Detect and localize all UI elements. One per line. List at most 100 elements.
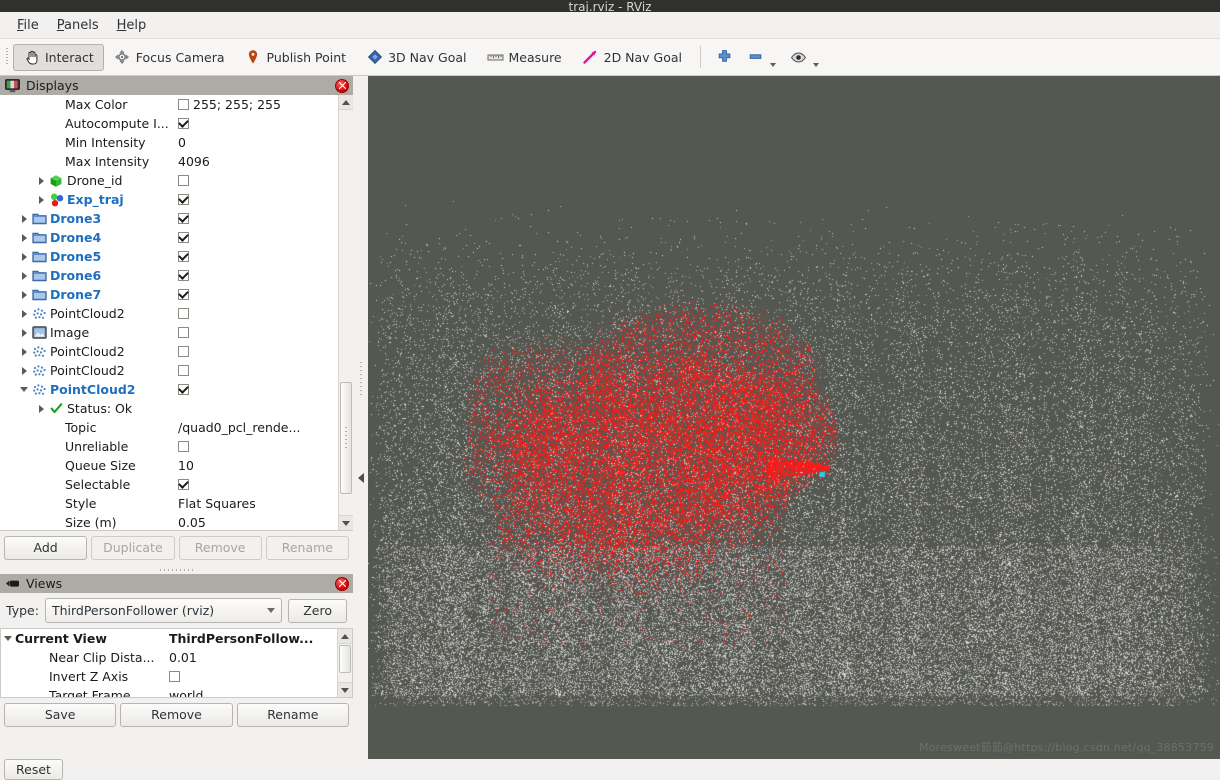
tree-row[interactable]: Style Flat Squares xyxy=(0,494,338,513)
tree-row[interactable]: Exp_traj xyxy=(0,190,338,209)
views-scroll-thumb[interactable] xyxy=(339,645,351,673)
dock-splitter-handle[interactable] xyxy=(0,565,353,574)
save-view-button[interactable]: Save xyxy=(4,703,117,727)
reset-button[interactable]: Reset xyxy=(4,759,63,780)
views-scroll-down-button[interactable] xyxy=(338,682,352,697)
tree-row[interactable]: Drone4 xyxy=(0,228,338,247)
menu-help[interactable]: Help xyxy=(108,15,156,36)
displays-close-button[interactable] xyxy=(335,78,349,93)
remove-view-button[interactable]: Remove xyxy=(120,703,233,727)
rename-view-button[interactable]: Rename xyxy=(236,703,349,727)
tree-expander[interactable] xyxy=(34,195,48,204)
collapse-left-panel-icon[interactable] xyxy=(357,473,364,483)
toolbar-drag-handle[interactable] xyxy=(4,46,11,68)
tree-row[interactable]: Min Intensity 0 xyxy=(0,133,338,152)
tree-row[interactable]: Target Frame world xyxy=(1,686,337,697)
tree-checkbox[interactable] xyxy=(178,270,189,281)
tree-checkbox[interactable] xyxy=(178,118,189,129)
focus-view-button[interactable] xyxy=(783,44,826,71)
tree-checkbox[interactable] xyxy=(178,346,189,357)
tree-checkbox[interactable] xyxy=(169,671,180,682)
color-swatch[interactable] xyxy=(178,99,189,110)
remove-display-button[interactable]: Remove xyxy=(178,536,262,560)
tree-checkbox[interactable] xyxy=(178,441,189,452)
tree-row[interactable]: Selectable xyxy=(0,475,338,494)
tree-row[interactable]: Max Color 255; 255; 255 xyxy=(0,95,338,114)
rename-display-button[interactable]: Rename xyxy=(265,536,349,560)
tree-row[interactable]: Current View ThirdPersonFollow... xyxy=(1,629,337,648)
tree-row[interactable]: Image xyxy=(0,323,338,342)
tree-row[interactable]: PointCloud2 xyxy=(0,380,338,399)
tree-row[interactable]: Topic/quad0_pcl_rende... xyxy=(0,418,338,437)
menu-file[interactable]: File xyxy=(8,15,48,36)
3d-render-view[interactable]: Moresweet茹茹@https://blog.csdn.net/qq_388… xyxy=(368,76,1220,759)
tree-row[interactable]: PointCloud2 xyxy=(0,361,338,380)
tree-row[interactable]: Drone3 xyxy=(0,209,338,228)
tree-expander[interactable] xyxy=(17,233,31,242)
tree-checkbox[interactable] xyxy=(178,251,189,262)
tree-expander[interactable] xyxy=(17,271,31,280)
tree-checkbox[interactable] xyxy=(178,327,189,338)
tool-publish-point[interactable]: Publish Point xyxy=(235,44,357,71)
tree-row[interactable]: Drone7 xyxy=(0,285,338,304)
tree-expander[interactable] xyxy=(17,290,31,299)
tree-row[interactable]: PointCloud2 xyxy=(0,342,338,361)
tool-measure[interactable]: Measure xyxy=(477,44,572,71)
tree-expander[interactable] xyxy=(17,347,31,356)
zero-button[interactable]: Zero xyxy=(288,598,347,623)
tree-row[interactable]: Drone5 xyxy=(0,247,338,266)
tree-row[interactable]: Drone_id xyxy=(0,171,338,190)
tool-focus-camera[interactable]: Focus Camera xyxy=(104,44,235,71)
tree-row[interactable]: Near Clip Dista... 0.01 xyxy=(1,648,337,667)
tree-checkbox[interactable] xyxy=(178,213,189,224)
tree-row[interactable]: Queue Size 10 xyxy=(0,456,338,475)
views-scroll-up-button[interactable] xyxy=(338,629,352,644)
tree-expander[interactable] xyxy=(17,309,31,318)
views-tree[interactable]: Current View ThirdPersonFollow... Near Cli… xyxy=(0,628,353,698)
tree-checkbox[interactable] xyxy=(178,175,189,186)
tree-row[interactable]: Invert Z Axis xyxy=(1,667,337,686)
tool-2d-nav-goal[interactable]: 2D Nav Goal xyxy=(572,44,692,71)
views-vertical-scrollbar[interactable] xyxy=(337,629,352,697)
tree-checkbox[interactable] xyxy=(178,308,189,319)
focus-view-caret-icon[interactable] xyxy=(813,62,820,67)
zoom-out-button[interactable] xyxy=(740,44,783,71)
tree-row[interactable]: Status: Ok xyxy=(0,399,338,418)
zoom-out-caret-icon[interactable] xyxy=(770,62,777,67)
displays-scroll-down-button[interactable] xyxy=(339,515,353,530)
tree-expander[interactable] xyxy=(17,328,31,337)
displays-scroll-thumb[interactable] xyxy=(340,382,352,494)
duplicate-display-button[interactable]: Duplicate xyxy=(91,536,175,560)
tree-row[interactable]: Max Intensity 4096 xyxy=(0,152,338,171)
tree-expander[interactable] xyxy=(34,404,48,413)
tree-row[interactable]: PointCloud2 xyxy=(0,304,338,323)
views-close-button[interactable] xyxy=(335,576,349,591)
menu-panels[interactable]: Panels xyxy=(48,15,108,36)
tree-checkbox[interactable] xyxy=(178,289,189,300)
add-display-button[interactable]: Add xyxy=(4,536,88,560)
tree-row[interactable]: Autocompute I... xyxy=(0,114,338,133)
tree-expander[interactable] xyxy=(17,366,31,375)
tree-row[interactable]: Drone6 xyxy=(0,266,338,285)
displays-vertical-scrollbar[interactable] xyxy=(338,95,353,530)
view-type-dropdown[interactable]: ThirdPersonFollower (rviz) xyxy=(44,598,283,623)
displays-scroll-up-button[interactable] xyxy=(339,95,353,110)
zoom-in-button[interactable] xyxy=(709,44,740,71)
tree-expander[interactable] xyxy=(34,176,48,185)
tree-checkbox[interactable] xyxy=(178,194,189,205)
tree-checkbox[interactable] xyxy=(178,479,189,490)
pointcloud-canvas[interactable] xyxy=(368,76,1220,759)
tool-interact[interactable]: Interact xyxy=(13,43,104,71)
tree-checkbox[interactable] xyxy=(178,232,189,243)
tree-checkbox[interactable] xyxy=(178,384,189,395)
tree-expander[interactable] xyxy=(17,214,31,223)
main-vertical-splitter[interactable] xyxy=(353,76,368,759)
tree-expander[interactable] xyxy=(17,387,31,392)
tree-checkbox[interactable] xyxy=(178,365,189,376)
tool-3d-nav-goal[interactable]: 3D Nav Goal xyxy=(356,44,476,71)
displays-tree[interactable]: Max Color 255; 255; 255 Autocompute I... Mi… xyxy=(0,95,353,531)
tree-expander[interactable] xyxy=(17,252,31,261)
tree-row[interactable]: Size (m) 0.05 xyxy=(0,513,338,530)
tree-row[interactable]: Unreliable xyxy=(0,437,338,456)
tree-expander[interactable] xyxy=(1,636,15,641)
